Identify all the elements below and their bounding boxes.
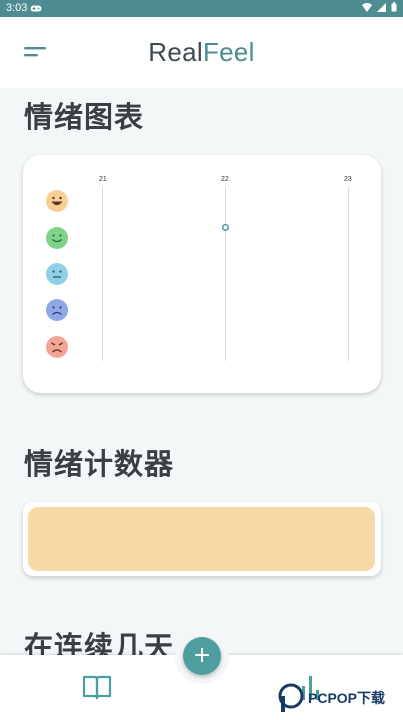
day-label-21: 21	[99, 176, 107, 183]
app-bar: RealFeel	[0, 17, 403, 88]
status-bar: 3:03	[0, 0, 403, 17]
battery-icon	[391, 2, 397, 12]
happy-emoji-icon	[46, 227, 68, 249]
watermark-logo: PCPOP下载	[278, 683, 385, 713]
add-entry-button[interactable]: +	[183, 637, 221, 675]
pcpop-logo-icon	[278, 683, 304, 712]
mood-chart-card	[23, 155, 381, 393]
sad-emoji-icon	[46, 299, 68, 321]
signal-icon	[377, 2, 386, 12]
app-title-real: Real	[148, 37, 203, 67]
angry-emoji-icon	[46, 336, 68, 358]
very-happy-emoji-icon	[46, 190, 68, 212]
day-column-22	[225, 187, 226, 361]
day-label-23: 23	[344, 176, 352, 183]
day-label-22: 22	[221, 176, 229, 183]
journal-book-icon[interactable]	[82, 673, 112, 701]
neutral-emoji-icon	[46, 263, 68, 285]
day-column-23	[348, 187, 349, 361]
mood-counter-bar	[28, 507, 375, 571]
app-title-feel: Feel	[202, 37, 255, 67]
mood-chart-heading: 情绪图表	[24, 100, 145, 134]
day-column-21	[102, 187, 103, 361]
watermark-text: PCPOP下载	[308, 690, 386, 706]
wifi-icon	[362, 2, 372, 12]
mood-counter-heading: 情绪计数器	[24, 447, 175, 481]
mood-entry-point[interactable]	[221, 223, 230, 232]
gamepad-icon	[30, 5, 42, 12]
app-title: RealFeel	[0, 37, 403, 68]
status-time: 3:03	[6, 2, 28, 14]
